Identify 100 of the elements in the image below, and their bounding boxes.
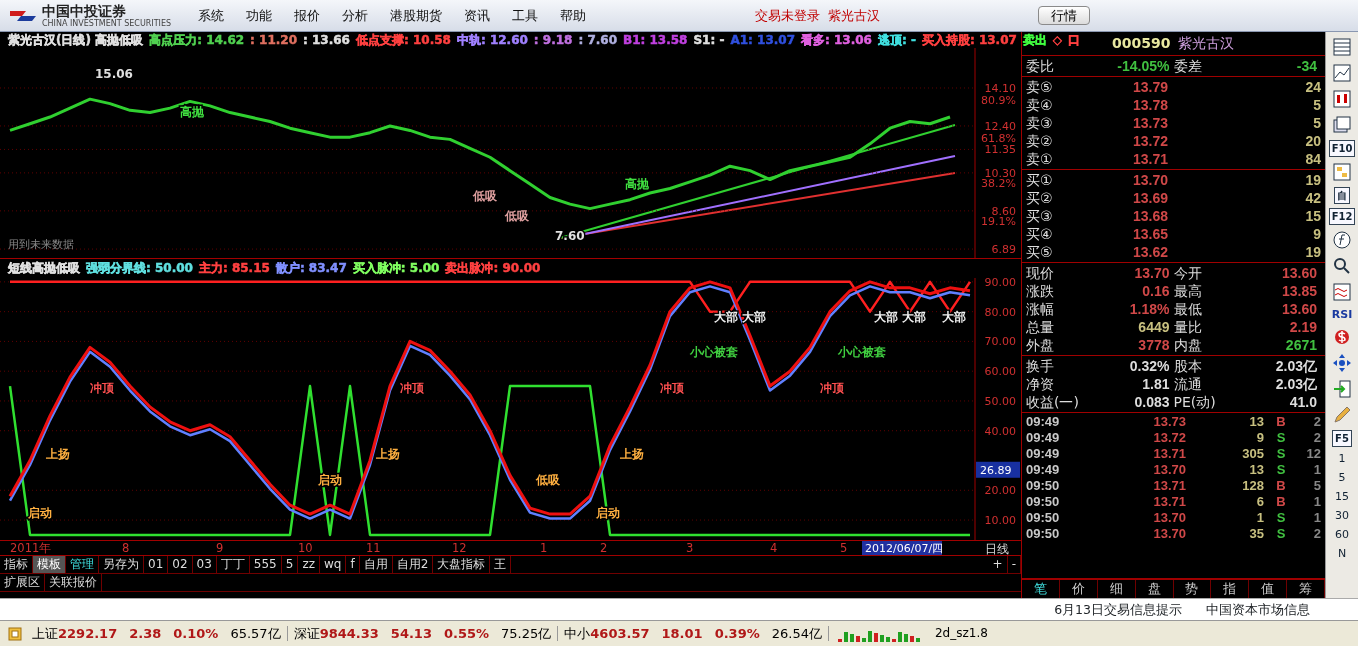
- quote-volume: 19: [1304, 171, 1321, 189]
- toolbar-button[interactable]: F5: [1332, 430, 1352, 447]
- toolbar-button[interactable]: F10: [1328, 140, 1356, 157]
- period-button[interactable]: N: [1337, 546, 1347, 561]
- menu-item[interactable]: 港股期货: [379, 7, 454, 24]
- pencil-icon[interactable]: [1331, 404, 1353, 426]
- date-label: 8: [122, 541, 130, 555]
- logo-text: 中国中投证券: [42, 3, 127, 19]
- rsi-button[interactable]: RSI: [1331, 307, 1353, 322]
- quote-label: 收益(一): [1026, 393, 1080, 411]
- quote-price: 13.65: [1131, 225, 1168, 243]
- tick-side: S: [1275, 446, 1287, 462]
- market-name: 深证: [293, 625, 320, 642]
- quote-value: 13.70: [1133, 264, 1170, 282]
- axis-label: 90.00: [984, 278, 1016, 289]
- quote-label: 最低: [1173, 300, 1203, 318]
- quote-value: 2.03亿: [1274, 357, 1317, 375]
- menu-item[interactable]: 帮助: [549, 7, 598, 24]
- tick-time: 09:50: [1026, 526, 1061, 542]
- quote-value: 1.18%: [1128, 300, 1170, 318]
- indicator-value: ◇: [1052, 32, 1063, 48]
- function-icon[interactable]: [1331, 229, 1353, 251]
- toolbar-button[interactable]: 自: [1334, 187, 1350, 204]
- quote-label: 委比: [1026, 57, 1055, 75]
- quote-value: -34: [1295, 57, 1317, 75]
- quote-price: 13.73: [1131, 114, 1168, 132]
- quote-value: 1.81: [1141, 375, 1170, 393]
- menu-item[interactable]: 系统: [187, 7, 236, 24]
- tick-count: 1: [1312, 494, 1321, 510]
- windows-icon[interactable]: [1331, 114, 1353, 136]
- quote-value: 0.32%: [1128, 357, 1170, 375]
- date-label: 9: [216, 541, 224, 555]
- chart-label: 15.06: [95, 67, 133, 81]
- quote-value: -14.05%: [1116, 57, 1170, 75]
- axis-label: 6.89: [991, 243, 1016, 257]
- menu-item[interactable]: 资讯: [453, 7, 502, 24]
- info-link[interactable]: 6月13日交易信息提示: [1054, 602, 1182, 617]
- chart-label: 低吸: [505, 209, 529, 223]
- chart-label: 大部: [902, 309, 926, 324]
- enter-icon[interactable]: [1331, 378, 1353, 400]
- quote-label: 委差: [1173, 57, 1203, 75]
- tick-price: 13.73: [1152, 414, 1186, 430]
- menu-item[interactable]: 报价: [283, 7, 332, 24]
- quote-value: 2671: [1284, 336, 1317, 354]
- quote-volume: 5: [1312, 114, 1321, 132]
- period-button[interactable]: 30: [1335, 508, 1349, 523]
- date-label: 2: [600, 541, 608, 555]
- chart-label: 大部: [942, 309, 966, 324]
- tick-time: 09:50: [1026, 478, 1061, 494]
- tick-price: 13.70: [1152, 526, 1186, 542]
- indicator-value: 主力: 85.15: [198, 261, 270, 276]
- quote-value: 3778: [1137, 336, 1170, 354]
- quote-label: 内盘: [1173, 336, 1203, 354]
- move-icon[interactable]: [1331, 352, 1353, 374]
- date-label: 12: [452, 541, 467, 555]
- quote-volume: 84: [1304, 150, 1321, 168]
- market-percent: 0.39%: [714, 625, 760, 642]
- info-link[interactable]: 中国资本市场信息: [1206, 602, 1310, 617]
- indicator-tab[interactable]: 模板: [33, 556, 66, 573]
- quote-label: 卖④: [1026, 96, 1054, 114]
- quote-label: 换手: [1026, 357, 1055, 375]
- quote-price: 13.70: [1131, 171, 1168, 189]
- quote-volume: 5: [1312, 96, 1321, 114]
- tick-count: 12: [1305, 446, 1321, 462]
- indicator-value: 散户: 83.47: [275, 261, 347, 276]
- indicator-value: 高点压力: 14.62: [149, 32, 245, 48]
- chart-label: 大部: [714, 309, 738, 324]
- tick-volume: 6: [1255, 494, 1264, 510]
- indicator-value: 买入持股: 13.07: [921, 32, 1017, 48]
- market-name: 中小: [564, 625, 591, 642]
- table-icon[interactable]: [1331, 36, 1353, 58]
- tick-time: 09:49: [1026, 414, 1061, 430]
- indicator-value: : 9.18: [533, 32, 573, 48]
- tick-price: 13.71: [1152, 446, 1186, 462]
- axis-label: 80.00: [984, 305, 1016, 319]
- tree-icon[interactable]: [1331, 161, 1353, 183]
- tick-count: 1: [1312, 462, 1321, 478]
- line-chart-icon[interactable]: [1331, 62, 1353, 84]
- period-button[interactable]: 60: [1335, 527, 1349, 542]
- toolbar-button[interactable]: F12: [1328, 208, 1356, 225]
- chart-label: 小心被套: [690, 345, 738, 360]
- period-button[interactable]: 1: [1338, 451, 1346, 466]
- menu-item[interactable]: 功能: [235, 7, 284, 24]
- menu-item[interactable]: 分析: [331, 7, 380, 24]
- trade-status: 交易未登录: [755, 7, 820, 24]
- tick-volume: 9: [1255, 430, 1264, 446]
- wave-chart-icon[interactable]: [1331, 281, 1353, 303]
- quote-label: 买⑤: [1026, 243, 1054, 261]
- menu-item[interactable]: 工具: [501, 7, 550, 24]
- chart-label: 高抛: [625, 177, 649, 191]
- period-button[interactable]: 5: [1338, 470, 1346, 485]
- market-percent: 0.55%: [443, 625, 490, 642]
- quote-button[interactable]: 行情: [1038, 5, 1090, 26]
- period-button[interactable]: 15: [1335, 489, 1349, 504]
- quote-label: 卖③: [1026, 114, 1054, 132]
- date-label: 4: [770, 541, 778, 555]
- chart-label: 冲顶: [90, 381, 114, 396]
- tick-time: 09:49: [1026, 446, 1061, 462]
- chart-label: 冲顶: [660, 381, 684, 396]
- indicator-value: 低点支撑: 10.58: [355, 32, 451, 48]
